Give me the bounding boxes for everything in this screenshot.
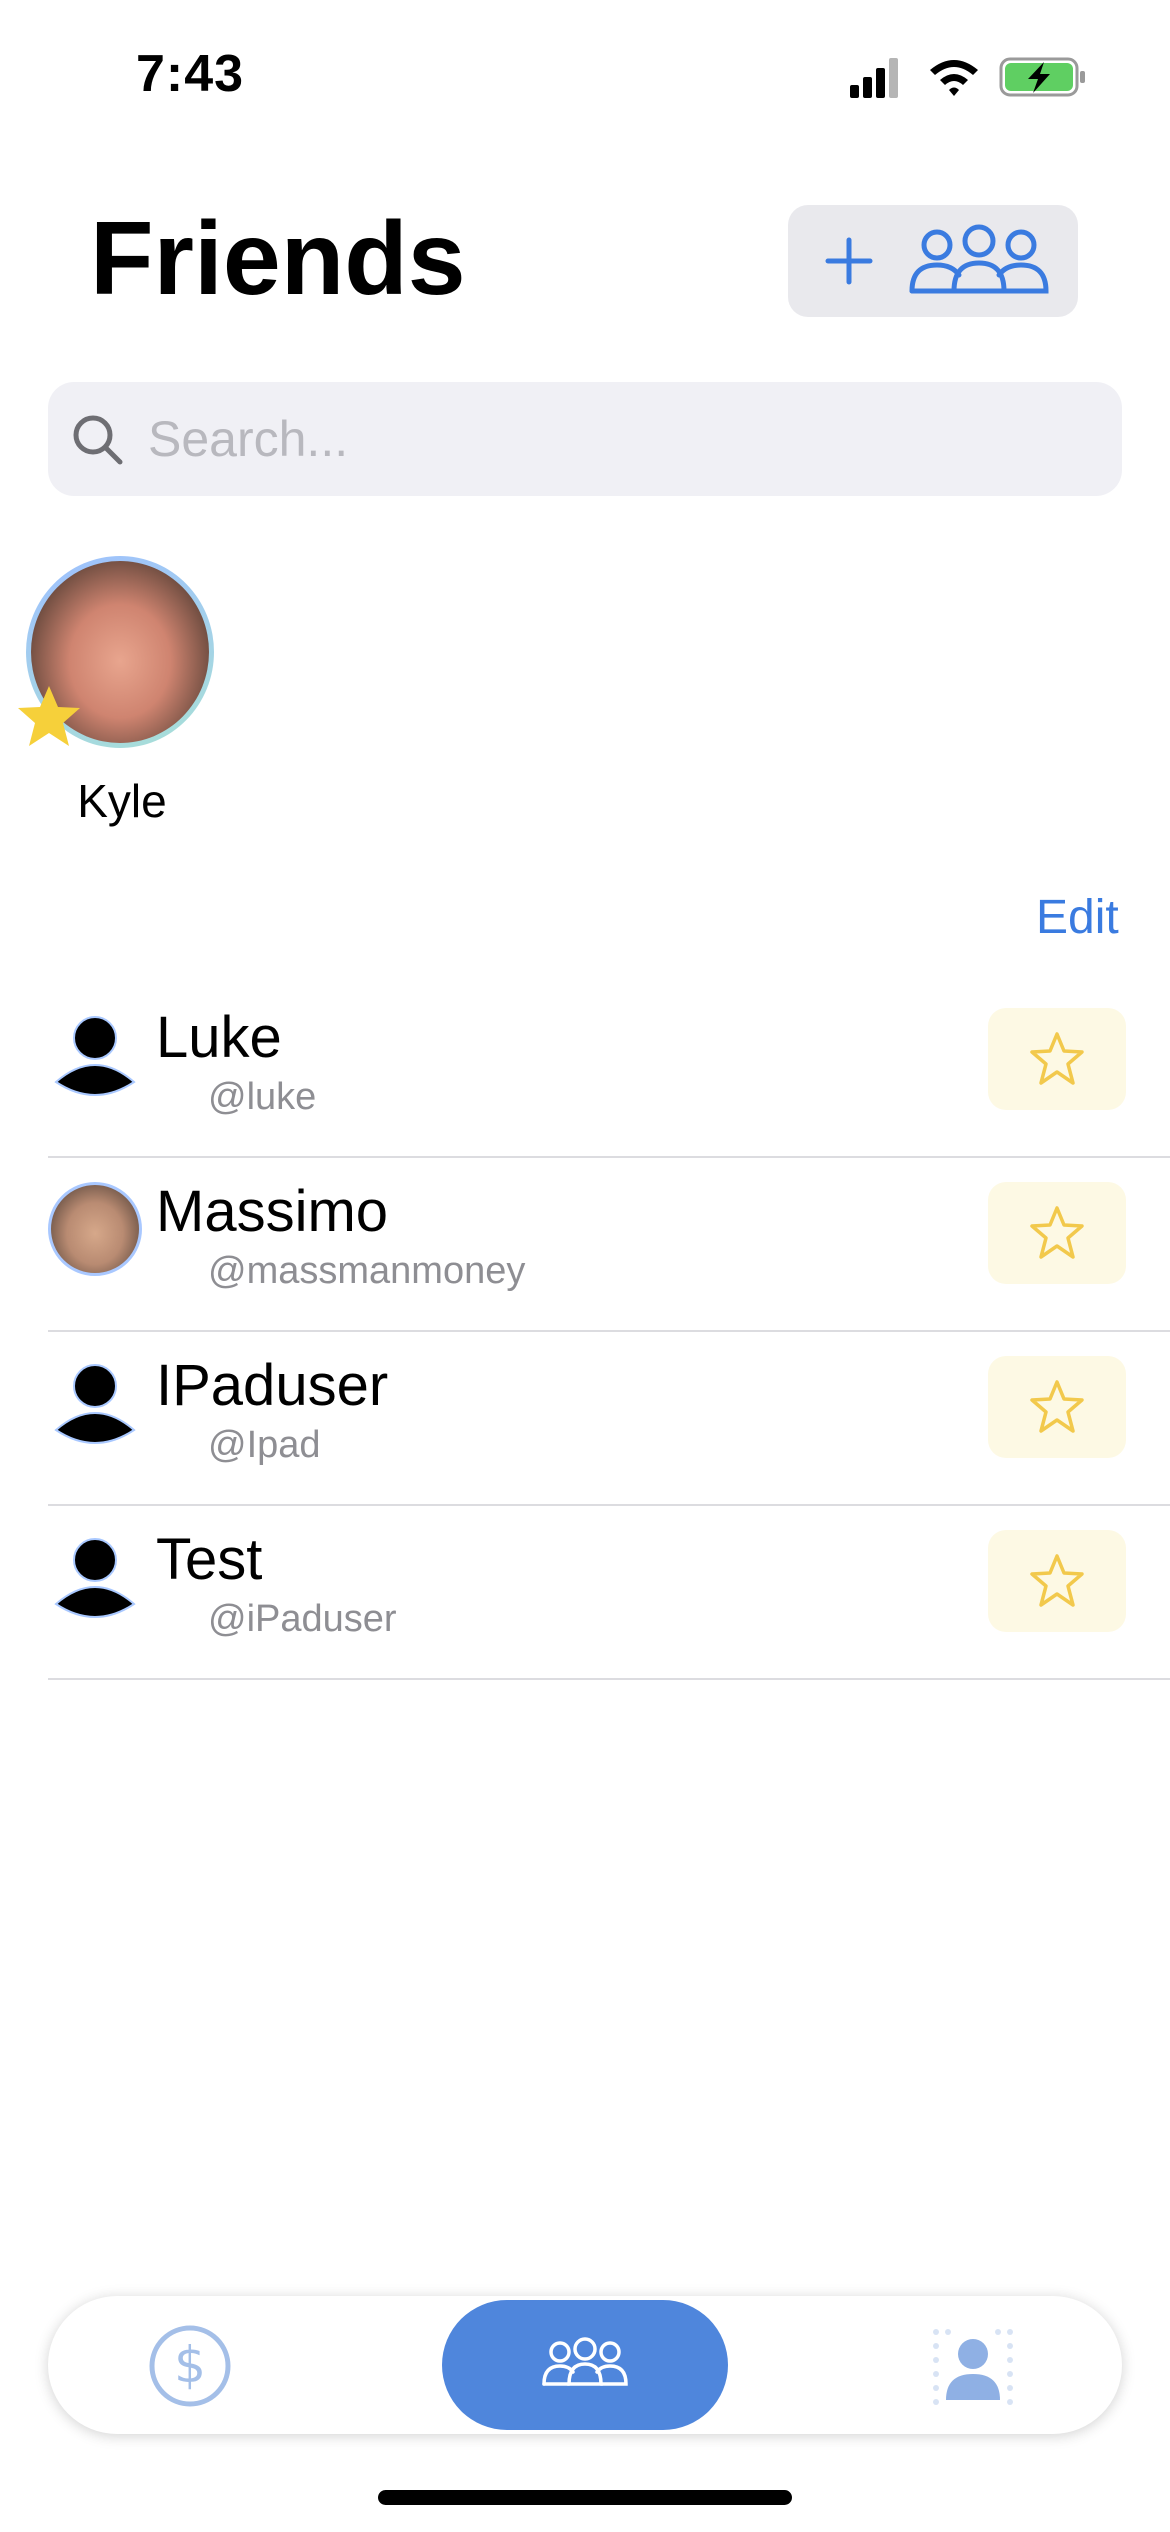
favorite-name: Kyle [77,775,167,827]
edit-button[interactable]: Edit [1036,890,1119,945]
favorite-friend[interactable]: Kyle [18,556,222,827]
add-friends-button[interactable] [788,205,1078,317]
friend-list: Luke @luke Massimo @massmanmoney IPaduse… [48,984,1170,1680]
friend-handle: @luke [208,1076,317,1118]
dollar-circle-icon[interactable]: $ [148,2324,232,2408]
wifi-icon [930,60,978,96]
add-people-icon [825,224,1049,294]
search-icon [73,415,123,465]
avatar [48,1182,142,1276]
tab-friends[interactable] [442,2300,728,2430]
friend-row[interactable]: Massimo @massmanmoney [48,1158,1170,1332]
tab-bar: $ [48,2296,1122,2434]
cellular-signal-icon [850,58,898,98]
favorite-star-button[interactable] [988,1008,1126,1110]
person-icon[interactable] [928,2322,1018,2412]
friend-name: Luke [156,1005,282,1070]
friends-screen: 7:43 Friends Search... Kyle Edit Luke @l… [0,0,1170,2532]
star-outline-icon [1030,1032,1084,1085]
favorite-star-button[interactable] [988,1356,1126,1458]
friend-handle: @massmanmoney [208,1250,526,1292]
search-bar [48,382,1122,496]
friend-name: IPaduser [156,1353,389,1418]
people-icon [542,2337,628,2386]
default-avatar-icon [54,1364,136,1444]
divider [48,1678,1170,1680]
friend-name: Test [156,1527,263,1592]
star-outline-icon [1030,1206,1084,1259]
status-icons [850,52,1090,102]
default-avatar-icon [54,1016,136,1096]
friend-name: Massimo [156,1179,389,1244]
status-time: 7:43 [136,45,245,103]
friend-handle: @Ipad [208,1424,321,1466]
star-outline-icon [1030,1380,1084,1433]
favorite-star-button[interactable] [988,1530,1126,1632]
friend-handle: @iPaduser [208,1598,397,1640]
default-avatar-icon [54,1538,136,1618]
page-title: Friends [90,201,466,317]
search-input[interactable] [148,382,1098,496]
friend-row[interactable]: Test @iPaduser [48,1506,1170,1680]
star-outline-icon [1030,1554,1084,1607]
favorite-star-button[interactable] [988,1182,1126,1284]
home-indicator [378,2490,792,2505]
battery-charging-icon [999,57,1085,97]
friend-row[interactable]: Luke @luke [48,984,1170,1158]
svg-text:$: $ [174,2336,206,2394]
star-filled-icon [18,686,80,746]
friend-row[interactable]: IPaduser @Ipad [48,1332,1170,1506]
